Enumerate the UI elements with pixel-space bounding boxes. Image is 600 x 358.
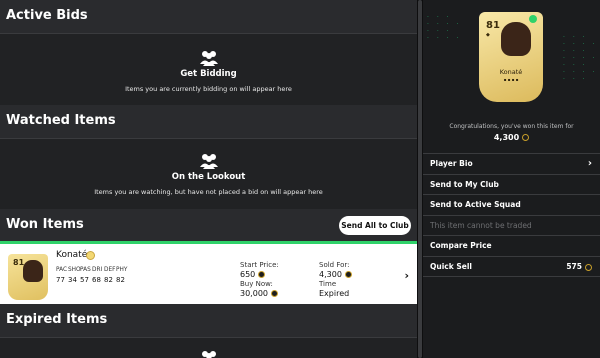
stat-label: SHO	[68, 267, 81, 273]
stat-value: 68	[92, 276, 101, 284]
sold-for-value: 4,300	[319, 270, 342, 279]
compare-price-button[interactable]: Compare Price	[423, 235, 600, 255]
chevron-right-icon[interactable]: ›	[404, 269, 409, 282]
buy-now-value: 30,000	[240, 289, 268, 298]
watched-items-empty-state: On the Lookout Items you are watching, b…	[0, 153, 417, 196]
send-to-active-squad-button[interactable]: Send to Active Squad	[423, 194, 600, 214]
buy-now-block: Buy Now: 30,000	[240, 280, 278, 298]
player-photo	[23, 260, 43, 282]
sold-for-block: Sold For: 4,300	[319, 261, 352, 279]
transfer-list-panel: Active Bids Get Bidding Items you are cu…	[0, 0, 417, 358]
coin-icon	[271, 290, 278, 297]
expired-items-title: Expired Items	[6, 312, 108, 327]
won-price: 4,300	[423, 133, 600, 142]
card-player-name: Konaté	[499, 68, 523, 76]
card-rating: 81	[486, 20, 500, 31]
stat-value: 57	[80, 276, 89, 284]
coin-icon	[258, 271, 266, 278]
chemistry-badge-icon	[86, 251, 95, 260]
stat-label: PHY	[116, 267, 128, 273]
position-icon: ◆	[486, 32, 490, 38]
stat-label: DEF	[104, 267, 116, 273]
menu-divider	[423, 276, 600, 277]
player-name: Konaté	[56, 250, 88, 260]
people-icon	[202, 351, 216, 358]
active-bids-title: Active Bids	[6, 8, 88, 23]
stat-value: 77	[56, 276, 65, 284]
stat-label: PAC	[56, 267, 68, 273]
coin-icon	[344, 271, 352, 278]
watched-items-empty-text: Items you are watching, but have not pla…	[94, 188, 323, 196]
won-item-row[interactable]: 81 Konaté PACSHOPASDRI DEFPHY 77 34 57 68 82 8…	[0, 241, 417, 304]
stat-label: DRI	[92, 267, 103, 273]
start-price-block: Start Price: 650	[240, 261, 279, 279]
decorative-dots: · · · · · · · · · · · · · · · · · · · · · · · …	[563, 34, 598, 83]
won-items-title: Won Items	[6, 217, 84, 232]
decorative-dots: · · · · · · · · · · · · · ·	[427, 14, 462, 42]
watched-items-empty-heading: On the Lookout	[171, 172, 246, 182]
compare-price-label: Compare Price	[430, 241, 492, 250]
stat-value: 82	[116, 276, 125, 284]
start-price-label: Start Price:	[240, 261, 279, 269]
won-price-value: 4,300	[493, 133, 520, 142]
send-to-active-squad-label: Send to Active Squad	[430, 200, 521, 209]
active-bids-header: Active Bids	[0, 0, 417, 34]
quick-sell-value: 575	[566, 262, 582, 271]
player-photo	[501, 22, 531, 56]
watched-items-title: Watched Items	[6, 113, 116, 128]
buy-now-label: Buy Now:	[240, 280, 273, 288]
chevron-right-icon: ›	[587, 158, 592, 169]
item-detail-panel: · · · · · · · · · · · · · · · · · · · · · · ·…	[423, 0, 600, 358]
sold-for-label: Sold For:	[319, 261, 350, 269]
check-icon	[529, 15, 537, 23]
send-to-my-club-button[interactable]: Send to My Club	[423, 174, 600, 194]
player-card: 81 ◆ Konaté ▪ ▪ ▪ ▪	[479, 12, 543, 102]
time-block: Time Expired	[319, 280, 349, 298]
people-icon	[199, 154, 218, 169]
active-bids-empty-text: Items you are currently bidding on will …	[125, 85, 292, 93]
watched-items-header: Watched Items	[0, 105, 417, 139]
cannot-be-traded-item: This item cannot be traded	[423, 215, 600, 235]
player-bio-button[interactable]: Player Bio ›	[423, 153, 600, 173]
quick-sell-button[interactable]: Quick Sell 575	[423, 256, 600, 276]
active-bids-empty-state: Get Bidding Items you are currently bidd…	[0, 50, 417, 93]
coin-icon	[585, 263, 592, 271]
player-card-thumbnail: 81	[8, 254, 48, 300]
stat-value: 34	[68, 276, 77, 284]
send-to-my-club-label: Send to My Club	[430, 180, 499, 189]
congrats-text: Congratulations, you've won this item fo…	[449, 123, 574, 130]
time-label: Time	[319, 280, 337, 288]
time-value: Expired	[319, 289, 350, 298]
expired-items-header: Expired Items	[0, 304, 417, 338]
player-bio-label: Player Bio	[430, 159, 473, 168]
stat-value: 82	[104, 276, 113, 284]
start-price-value: 650	[240, 270, 256, 279]
quick-sell-label: Quick Sell	[430, 262, 472, 271]
coin-icon	[522, 134, 530, 141]
send-all-to-club-button[interactable]: Send All to Club	[339, 216, 411, 235]
player-stats: PACSHOPASDRI DEFPHY 77 34 57 68 82 82	[56, 267, 128, 284]
stat-label: PAS	[80, 267, 91, 273]
people-icon	[199, 51, 218, 66]
scrollbar-thumb[interactable]	[418, 0, 422, 358]
active-bids-empty-heading: Get Bidding	[180, 69, 237, 79]
cannot-be-traded-label: This item cannot be traded	[430, 221, 532, 230]
card-stats-icon: ▪ ▪ ▪ ▪	[503, 77, 519, 82]
